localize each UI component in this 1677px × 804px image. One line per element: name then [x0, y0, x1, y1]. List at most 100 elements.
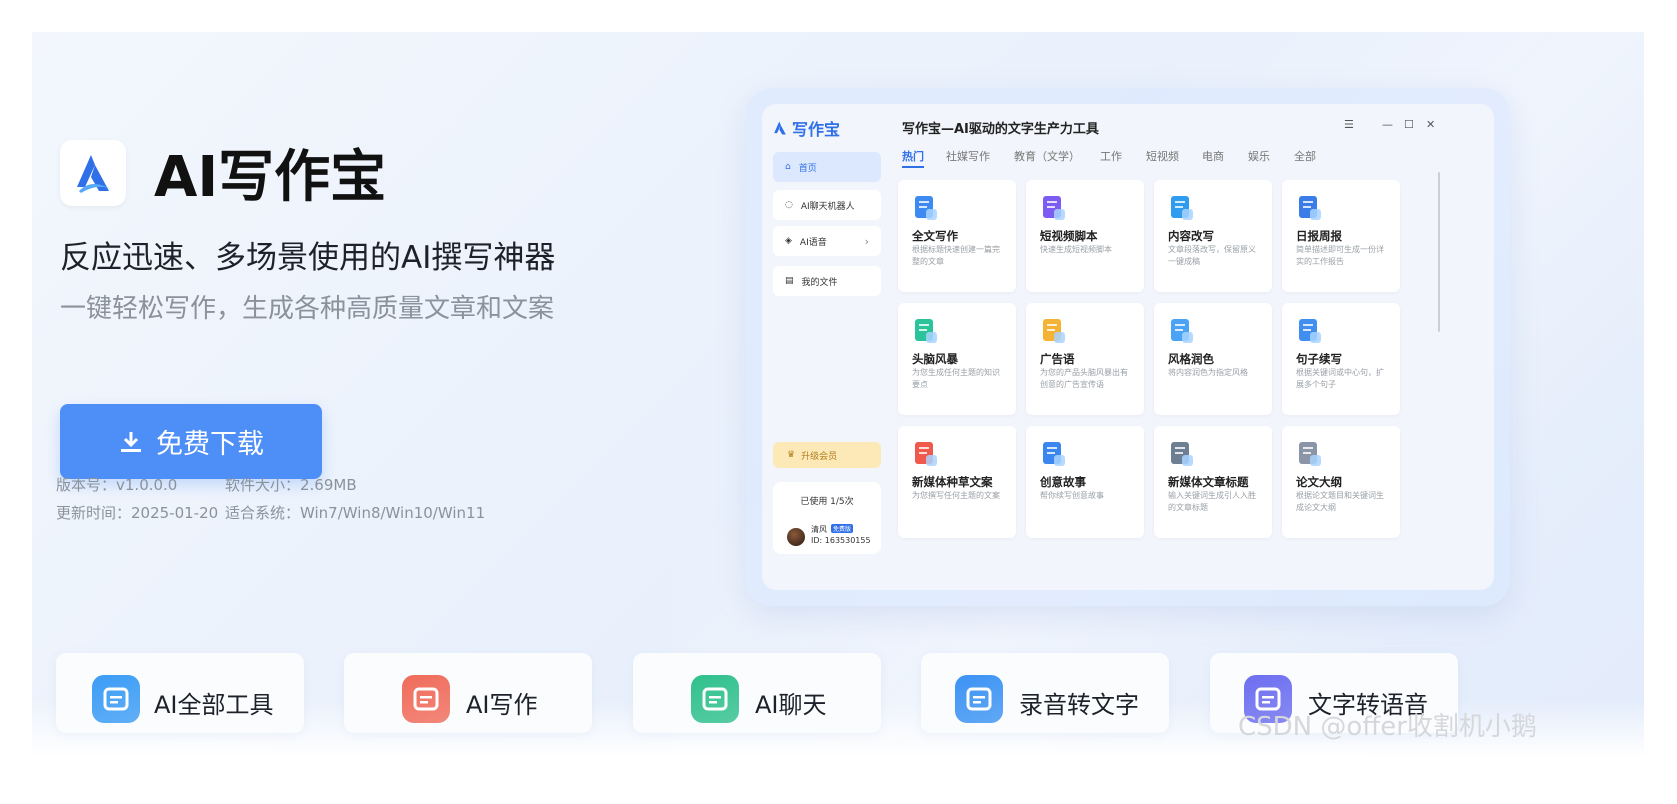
tool-card-description: 根据论文题目和关键词生成论文大纲 [1296, 491, 1384, 512]
tool-card-description: 输入关键词生成引人入胜的文章标题 [1168, 491, 1256, 512]
tool-card-title: 论文大纲 [1296, 475, 1342, 489]
tab-hot[interactable]: 热门 [902, 148, 924, 164]
user-name: 清风 [811, 525, 827, 534]
tool-card-description: 文章段落改写，保留原义一键成稿 [1168, 245, 1256, 266]
tool-card-title: 创意故事 [1040, 475, 1086, 489]
tab-education[interactable]: 教育（文学） [1014, 148, 1080, 164]
app-logo [60, 140, 126, 206]
recording-icon [955, 675, 1003, 723]
brand-logo-icon [774, 121, 786, 135]
tool-card-fulltext[interactable]: 全文写作根据标题快速创建一篇完整的文章 [898, 180, 1016, 292]
tool-card-description: 为您的产品头脑风暴出有创意的广告宣传语 [1040, 368, 1128, 389]
close-icon[interactable]: ✕ [1426, 118, 1435, 131]
tool-card-rewrite[interactable]: 内容改写 文章段落改写，保留原义一键成稿 [1154, 180, 1272, 292]
file-icon: ▤ [785, 276, 794, 286]
feature-label: AI全部工具 [154, 691, 274, 719]
tool-card-style-polish[interactable]: 风格润色将内容润色为指定风格 [1154, 303, 1272, 415]
edit-icon [402, 675, 450, 723]
thesis-outline-icon [1296, 440, 1324, 468]
upgrade-button[interactable]: ♛ 升级会员 [773, 442, 881, 468]
page-subtitle: 反应迅速、多场景使用的AI撰写神器 [60, 240, 556, 276]
sidebar-item-label: AI语音 [799, 237, 827, 248]
feature-label: 录音转文字 [1019, 691, 1139, 719]
brainstorm-icon [912, 317, 940, 345]
tool-card-description: 简单描述即可生成一份详实的工作报告 [1296, 245, 1384, 266]
sidebar-item-voice[interactable]: ◈ AI语音 › [773, 226, 881, 256]
systems-text: 适合系统：Win7/Win8/Win10/Win11 [225, 504, 486, 522]
page-description: 一键轻松写作，生成各种高质量文章和文案 [60, 294, 555, 324]
updated-text: 更新时间：2025-01-20 [56, 504, 219, 522]
tool-card-article-title[interactable]: 新媒体文章标题 输入关键词生成引人入胜的文章标题 [1154, 426, 1272, 538]
watermark: CSDN @offer收割机小鹅 [1238, 712, 1537, 742]
tab-short-video[interactable]: 短视频 [1146, 148, 1179, 164]
sidebar-item-label: AI聊天机器人 [800, 201, 855, 212]
fulltext-icon [912, 194, 940, 222]
chat-bubble-icon [691, 675, 739, 723]
tool-card-description: 为您撰写任何主题的文案 [912, 491, 1000, 500]
tool-card-sentence-continue[interactable]: 句子续写 根据关键词或中心句，扩展多个句子 [1282, 303, 1400, 415]
article-title-icon [1168, 440, 1196, 468]
tool-card-title: 风格润色 [1168, 352, 1214, 366]
tab-all[interactable]: 全部 [1294, 148, 1316, 164]
scrollbar[interactable] [1438, 172, 1440, 332]
sidebar-item-files[interactable]: ▤ 我的文件 [773, 266, 881, 296]
avatar[interactable] [787, 528, 805, 546]
maximize-icon[interactable]: ☐ [1404, 118, 1414, 131]
app-brand: 写作宝 [772, 116, 840, 140]
tool-card-brainstorm[interactable]: 头脑风暴 为您生成任何主题的知识要点 [898, 303, 1016, 415]
tool-card-thesis-outline[interactable]: 论文大纲根据论文题目和关键词生成论文大纲 [1282, 426, 1400, 538]
logo-icon [77, 155, 111, 193]
daily-report-icon [1296, 194, 1324, 222]
tool-card-description: 将内容润色为指定风格 [1168, 368, 1248, 377]
tab-underline [902, 166, 924, 168]
tab-social[interactable]: 社媒写作 [946, 148, 990, 164]
feature-label: AI聊天 [755, 691, 827, 719]
download-label: 免费下载 [156, 429, 264, 460]
chat-icon: ◌ [785, 200, 793, 210]
tool-card-short-video-script[interactable]: 短视频脚本 快速生成短视频脚本 [1026, 180, 1144, 292]
download-icon [121, 431, 141, 452]
tab-ecommerce[interactable]: 电商 [1202, 148, 1224, 164]
tool-card-title: 广告语 [1040, 352, 1075, 366]
usage-card: 已使用 1/5次 清风 免费版 ID: 163530155 [773, 482, 881, 554]
tool-card-title: 头脑风暴 [912, 352, 958, 366]
voice-icon: ◈ [785, 236, 792, 246]
slogan-icon [1040, 317, 1068, 345]
toolbox-icon [92, 675, 140, 723]
page-title: AI写作宝 [154, 145, 387, 210]
sidebar-item-label: 我的文件 [801, 277, 838, 288]
feature-edit[interactable]: AI写作 [344, 653, 592, 733]
sidebar-item-label: 首页 [798, 163, 817, 174]
feature-recording[interactable]: 录音转文字 [921, 653, 1169, 733]
sentence-continue-icon [1296, 317, 1324, 345]
tool-card-slogan[interactable]: 广告语为您的产品头脑风暴出有创意的广告宣传语 [1026, 303, 1144, 415]
tool-card-description: 快速生成短视频脚本 [1040, 245, 1112, 254]
feature-label: AI写作 [466, 691, 538, 719]
feature-chat-bubble[interactable]: AI聊天 [633, 653, 881, 733]
user-badge: 免费版 [831, 524, 854, 533]
rewrite-icon [1168, 194, 1196, 222]
download-button[interactable]: 免费下载 [60, 404, 322, 479]
tab-work[interactable]: 工作 [1100, 148, 1122, 164]
sidebar-item-chatbot[interactable]: ◌ AI聊天机器人 [773, 190, 881, 220]
sidebar-item-home[interactable]: ⌂ 首页 [773, 152, 881, 182]
menu-icon[interactable]: ☰ [1344, 118, 1354, 131]
chevron-right-icon: › [864, 234, 869, 248]
tool-card-seeding-copy[interactable]: 新媒体种草文案 为您撰写任何主题的文案 [898, 426, 1016, 538]
version-text: 版本号：v1.0.0.0 [56, 476, 178, 494]
tab-entertainment[interactable]: 娱乐 [1248, 148, 1270, 164]
tool-card-creative-story[interactable]: 创意故事 帮你续写创意故事 [1026, 426, 1144, 538]
app-preview: 写作宝 ⌂ 首页 ◌ AI聊天机器人 ◈ AI语音 › ▤ 我的文件 ♛ 升级会… [746, 88, 1510, 606]
tool-card-description: 根据标题快速创建一篇完整的文章 [912, 245, 1000, 266]
tool-card-daily-report[interactable]: 日报周报简单描述即可生成一份详实的工作报告 [1282, 180, 1400, 292]
tool-card-title: 日报周报 [1296, 229, 1342, 243]
app-window: 写作宝 ⌂ 首页 ◌ AI聊天机器人 ◈ AI语音 › ▤ 我的文件 ♛ 升级会… [762, 104, 1494, 590]
minimize-icon[interactable]: — [1382, 118, 1393, 131]
feature-toolbox[interactable]: AI全部工具 [56, 653, 304, 733]
home-icon: ⌂ [785, 162, 791, 172]
tool-card-description: 根据关键词或中心句，扩展多个句子 [1296, 368, 1384, 389]
style-polish-icon [1168, 317, 1196, 345]
crown-icon: ♛ [787, 450, 796, 460]
upgrade-label: 升级会员 [801, 451, 838, 462]
tool-card-title: 全文写作 [912, 229, 958, 243]
